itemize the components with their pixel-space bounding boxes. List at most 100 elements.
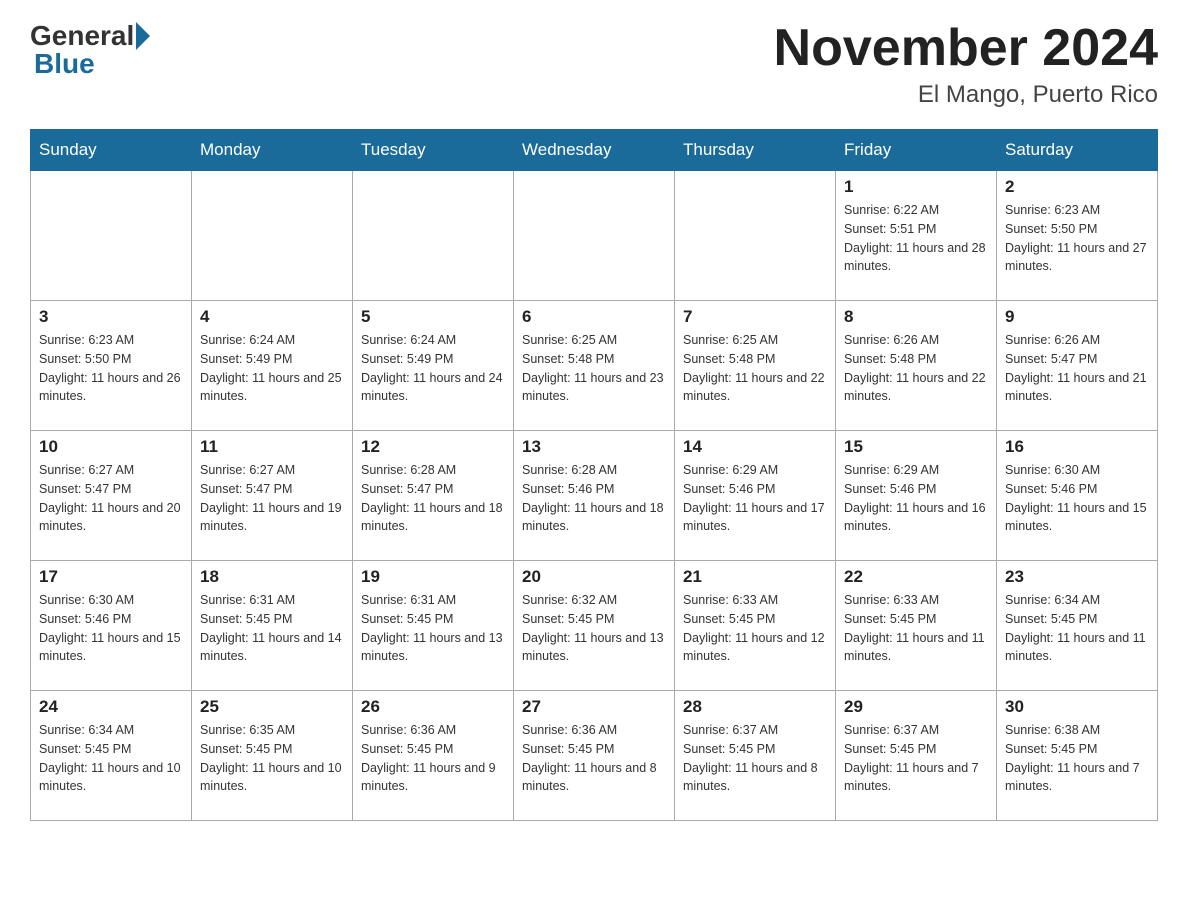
day-info: Sunrise: 6:31 AM Sunset: 5:45 PM Dayligh… xyxy=(361,591,505,666)
calendar-day-cell: 1 Sunrise: 6:22 AM Sunset: 5:51 PM Daylig… xyxy=(836,171,997,301)
day-number: 21 xyxy=(683,567,827,587)
day-of-week-header: Thursday xyxy=(675,130,836,171)
calendar-table: SundayMondayTuesdayWednesdayThursdayFrid… xyxy=(30,129,1158,821)
day-number: 1 xyxy=(844,177,988,197)
calendar-day-cell: 8 Sunrise: 6:26 AM Sunset: 5:48 PM Daylig… xyxy=(836,301,997,431)
day-number: 25 xyxy=(200,697,344,717)
calendar-header-row: SundayMondayTuesdayWednesdayThursdayFrid… xyxy=(31,130,1158,171)
calendar-day-cell: 18 Sunrise: 6:31 AM Sunset: 5:45 PM Dayli… xyxy=(192,561,353,691)
day-info: Sunrise: 6:24 AM Sunset: 5:49 PM Dayligh… xyxy=(361,331,505,406)
day-info: Sunrise: 6:29 AM Sunset: 5:46 PM Dayligh… xyxy=(844,461,988,536)
calendar-day-cell: 17 Sunrise: 6:30 AM Sunset: 5:46 PM Dayli… xyxy=(31,561,192,691)
day-info: Sunrise: 6:34 AM Sunset: 5:45 PM Dayligh… xyxy=(39,721,183,796)
day-number: 4 xyxy=(200,307,344,327)
day-number: 10 xyxy=(39,437,183,457)
day-of-week-header: Tuesday xyxy=(353,130,514,171)
day-of-week-header: Wednesday xyxy=(514,130,675,171)
calendar-week-row: 10 Sunrise: 6:27 AM Sunset: 5:47 PM Dayli… xyxy=(31,431,1158,561)
day-number: 5 xyxy=(361,307,505,327)
day-number: 17 xyxy=(39,567,183,587)
day-of-week-header: Sunday xyxy=(31,130,192,171)
calendar-week-row: 3 Sunrise: 6:23 AM Sunset: 5:50 PM Daylig… xyxy=(31,301,1158,431)
day-number: 13 xyxy=(522,437,666,457)
calendar-week-row: 24Sunrise: 6:34 AM Sunset: 5:45 PM Dayli… xyxy=(31,691,1158,821)
location-title: El Mango, Puerto Rico xyxy=(774,81,1158,109)
day-info: Sunrise: 6:28 AM Sunset: 5:47 PM Dayligh… xyxy=(361,461,505,536)
day-info: Sunrise: 6:24 AM Sunset: 5:49 PM Dayligh… xyxy=(200,331,344,406)
day-number: 30 xyxy=(1005,697,1149,717)
calendar-day-cell: 2Sunrise: 6:23 AM Sunset: 5:50 PM Daylig… xyxy=(997,171,1158,301)
day-info: Sunrise: 6:33 AM Sunset: 5:45 PM Dayligh… xyxy=(683,591,827,666)
day-number: 27 xyxy=(522,697,666,717)
day-of-week-header: Monday xyxy=(192,130,353,171)
logo: General Blue xyxy=(30,20,152,80)
calendar-day-cell: 27 Sunrise: 6:36 AM Sunset: 5:45 PM Dayli… xyxy=(514,691,675,821)
calendar-day-cell: 6 Sunrise: 6:25 AM Sunset: 5:48 PM Daylig… xyxy=(514,301,675,431)
day-info: Sunrise: 6:38 AM Sunset: 5:45 PM Dayligh… xyxy=(1005,721,1149,796)
day-info: Sunrise: 6:26 AM Sunset: 5:48 PM Dayligh… xyxy=(844,331,988,406)
day-number: 6 xyxy=(522,307,666,327)
day-number: 14 xyxy=(683,437,827,457)
calendar-day-cell: 4 Sunrise: 6:24 AM Sunset: 5:49 PM Daylig… xyxy=(192,301,353,431)
day-info: Sunrise: 6:33 AM Sunset: 5:45 PM Dayligh… xyxy=(844,591,988,666)
day-number: 3 xyxy=(39,307,183,327)
day-number: 18 xyxy=(200,567,344,587)
day-info: Sunrise: 6:37 AM Sunset: 5:45 PM Dayligh… xyxy=(683,721,827,796)
page-header: General Blue November 2024 El Mango, Pue… xyxy=(30,20,1158,109)
calendar-week-row: 17 Sunrise: 6:30 AM Sunset: 5:46 PM Dayli… xyxy=(31,561,1158,691)
day-info: Sunrise: 6:22 AM Sunset: 5:51 PM Dayligh… xyxy=(844,201,988,276)
day-info: Sunrise: 6:23 AM Sunset: 5:50 PM Dayligh… xyxy=(39,331,183,406)
day-info: Sunrise: 6:26 AM Sunset: 5:47 PM Dayligh… xyxy=(1005,331,1149,406)
calendar-day-cell: 20 Sunrise: 6:32 AM Sunset: 5:45 PM Dayli… xyxy=(514,561,675,691)
calendar-day-cell: 28Sunrise: 6:37 AM Sunset: 5:45 PM Dayli… xyxy=(675,691,836,821)
calendar-day-cell: 11 Sunrise: 6:27 AM Sunset: 5:47 PM Dayli… xyxy=(192,431,353,561)
day-info: Sunrise: 6:29 AM Sunset: 5:46 PM Dayligh… xyxy=(683,461,827,536)
calendar-day-cell xyxy=(675,171,836,301)
logo-triangle-icon xyxy=(136,22,150,50)
day-info: Sunrise: 6:30 AM Sunset: 5:46 PM Dayligh… xyxy=(1005,461,1149,536)
calendar-day-cell: 7 Sunrise: 6:25 AM Sunset: 5:48 PM Daylig… xyxy=(675,301,836,431)
day-info: Sunrise: 6:34 AM Sunset: 5:45 PM Dayligh… xyxy=(1005,591,1149,666)
day-of-week-header: Saturday xyxy=(997,130,1158,171)
day-number: 29 xyxy=(844,697,988,717)
calendar-day-cell: 12Sunrise: 6:28 AM Sunset: 5:47 PM Dayli… xyxy=(353,431,514,561)
day-info: Sunrise: 6:27 AM Sunset: 5:47 PM Dayligh… xyxy=(39,461,183,536)
calendar-day-cell: 13 Sunrise: 6:28 AM Sunset: 5:46 PM Dayli… xyxy=(514,431,675,561)
calendar-day-cell: 22Sunrise: 6:33 AM Sunset: 5:45 PM Dayli… xyxy=(836,561,997,691)
calendar-day-cell: 16 Sunrise: 6:30 AM Sunset: 5:46 PM Dayli… xyxy=(997,431,1158,561)
day-number: 8 xyxy=(844,307,988,327)
title-section: November 2024 El Mango, Puerto Rico xyxy=(774,20,1158,109)
day-info: Sunrise: 6:30 AM Sunset: 5:46 PM Dayligh… xyxy=(39,591,183,666)
day-info: Sunrise: 6:37 AM Sunset: 5:45 PM Dayligh… xyxy=(844,721,988,796)
calendar-day-cell: 26Sunrise: 6:36 AM Sunset: 5:45 PM Dayli… xyxy=(353,691,514,821)
day-of-week-header: Friday xyxy=(836,130,997,171)
day-number: 15 xyxy=(844,437,988,457)
day-info: Sunrise: 6:25 AM Sunset: 5:48 PM Dayligh… xyxy=(683,331,827,406)
calendar-day-cell: 25 Sunrise: 6:35 AM Sunset: 5:45 PM Dayli… xyxy=(192,691,353,821)
day-info: Sunrise: 6:32 AM Sunset: 5:45 PM Dayligh… xyxy=(522,591,666,666)
day-number: 19 xyxy=(361,567,505,587)
calendar-day-cell: 10 Sunrise: 6:27 AM Sunset: 5:47 PM Dayli… xyxy=(31,431,192,561)
day-info: Sunrise: 6:28 AM Sunset: 5:46 PM Dayligh… xyxy=(522,461,666,536)
day-info: Sunrise: 6:31 AM Sunset: 5:45 PM Dayligh… xyxy=(200,591,344,666)
day-info: Sunrise: 6:36 AM Sunset: 5:45 PM Dayligh… xyxy=(522,721,666,796)
day-number: 7 xyxy=(683,307,827,327)
calendar-day-cell xyxy=(353,171,514,301)
calendar-day-cell: 5 Sunrise: 6:24 AM Sunset: 5:49 PM Daylig… xyxy=(353,301,514,431)
day-number: 20 xyxy=(522,567,666,587)
calendar-day-cell: 29 Sunrise: 6:37 AM Sunset: 5:45 PM Dayli… xyxy=(836,691,997,821)
day-info: Sunrise: 6:25 AM Sunset: 5:48 PM Dayligh… xyxy=(522,331,666,406)
calendar-day-cell xyxy=(192,171,353,301)
day-number: 26 xyxy=(361,697,505,717)
day-number: 11 xyxy=(200,437,344,457)
calendar-day-cell: 21 Sunrise: 6:33 AM Sunset: 5:45 PM Dayli… xyxy=(675,561,836,691)
day-info: Sunrise: 6:35 AM Sunset: 5:45 PM Dayligh… xyxy=(200,721,344,796)
month-title: November 2024 xyxy=(774,20,1158,77)
day-number: 23 xyxy=(1005,567,1149,587)
calendar-day-cell: 19 Sunrise: 6:31 AM Sunset: 5:45 PM Dayli… xyxy=(353,561,514,691)
day-info: Sunrise: 6:27 AM Sunset: 5:47 PM Dayligh… xyxy=(200,461,344,536)
day-number: 16 xyxy=(1005,437,1149,457)
calendar-day-cell: 30 Sunrise: 6:38 AM Sunset: 5:45 PM Dayli… xyxy=(997,691,1158,821)
calendar-day-cell: 3 Sunrise: 6:23 AM Sunset: 5:50 PM Daylig… xyxy=(31,301,192,431)
calendar-day-cell: 24Sunrise: 6:34 AM Sunset: 5:45 PM Dayli… xyxy=(31,691,192,821)
